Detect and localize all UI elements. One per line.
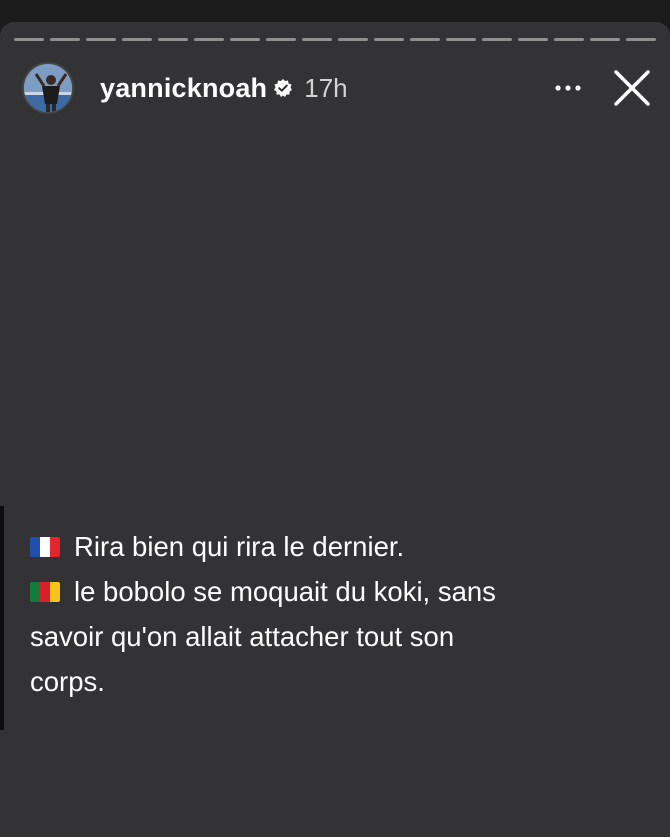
- story-progress-segment: [410, 38, 440, 41]
- avatar[interactable]: [22, 62, 74, 114]
- story-progress-segment: [122, 38, 152, 41]
- story-header: yannicknoah 17h: [22, 62, 654, 114]
- story-progress-segment: [230, 38, 260, 41]
- story-progress-segment: [194, 38, 224, 41]
- flag-france-icon: [30, 537, 60, 557]
- story-progress-segment: [446, 38, 476, 41]
- story-progress-segment: [554, 38, 584, 41]
- story-progress-segment: [374, 38, 404, 41]
- story-progress-bar: [14, 38, 656, 41]
- story-progress-segment: [50, 38, 80, 41]
- caption-line-2-text: le bobolo se moquait du koki, sans: [74, 576, 496, 607]
- story-progress-segment: [626, 38, 656, 41]
- story-progress-segment: [518, 38, 548, 41]
- story-progress-segment: [338, 38, 368, 41]
- story-progress-segment: [302, 38, 332, 41]
- more-options-icon[interactable]: [548, 68, 588, 108]
- story-progress-segment: [86, 38, 116, 41]
- screen: yannicknoah 17h Rira bien qui rira le de…: [0, 0, 670, 837]
- story-caption: Rira bien qui rira le dernier. le bobolo…: [0, 500, 670, 730]
- caption-line-2: le bobolo se moquait du koki, sans: [30, 569, 650, 614]
- story-progress-segment: [590, 38, 620, 41]
- story-timestamp: 17h: [304, 72, 348, 103]
- caption-text: Rira bien qui rira le dernier. le bobolo…: [30, 524, 650, 704]
- story-viewer[interactable]: yannicknoah 17h Rira bien qui rira le de…: [0, 22, 670, 837]
- caption-line-3: savoir qu'on allait attacher tout son: [30, 621, 455, 652]
- verified-badge-icon: [274, 79, 293, 97]
- caption-line-4: corps.: [30, 666, 105, 697]
- close-icon[interactable]: [610, 66, 654, 110]
- story-progress-segment: [482, 38, 512, 41]
- story-progress-segment: [266, 38, 296, 41]
- flag-cameroon-icon: [30, 582, 60, 602]
- caption-edge-divider: [0, 506, 4, 730]
- caption-line-1: Rira bien qui rira le dernier.: [30, 524, 650, 569]
- username[interactable]: yannicknoah: [100, 73, 267, 104]
- story-progress-segment: [158, 38, 188, 41]
- story-progress-segment: [14, 38, 44, 41]
- caption-line-1-text: Rira bien qui rira le dernier.: [74, 531, 405, 562]
